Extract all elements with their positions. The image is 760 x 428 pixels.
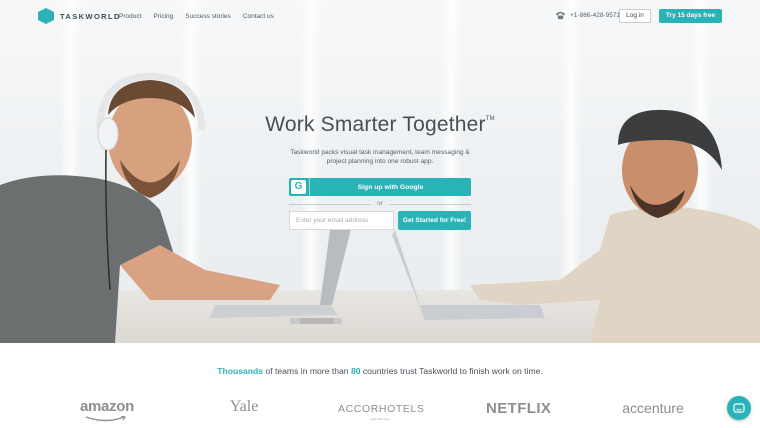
brand-logo[interactable]: TASKWORLD (38, 8, 121, 24)
accenture-logo: accenture (622, 400, 684, 416)
google-signup-button[interactable]: G Sign up with Google (289, 178, 471, 196)
hero-headline: Work Smarter TogetherTM (0, 113, 760, 137)
headline-text: Work Smarter Together (265, 113, 486, 136)
or-divider: or (289, 199, 471, 209)
right-laptop (392, 230, 545, 320)
nav-pricing[interactable]: Pricing (153, 13, 173, 20)
trust-middle: of teams in more than (263, 366, 351, 376)
divider-line-right (389, 204, 471, 205)
phone-on-desk (300, 318, 334, 324)
trust-highlight-count: 80 (350, 366, 361, 376)
hero-subhead: Taskworld packs visual task management, … (290, 149, 470, 165)
trust-suffix: countries trust Taskworld to finish work… (360, 366, 543, 376)
accorhotels-tagline: Feel Welcome (370, 417, 390, 421)
google-signup-label: Sign up with Google (357, 183, 424, 191)
trust-highlight-thousands: Thousands (217, 366, 264, 376)
trademark-mark: TM (485, 116, 495, 122)
trust-statement: Thousands of teams in more than 80 count… (0, 366, 760, 376)
email-input[interactable] (289, 211, 394, 230)
get-started-button[interactable]: Get Started for Free! (398, 211, 471, 230)
main-nav: Product Pricing Success stories Contact … (119, 13, 286, 20)
nav-success-stories[interactable]: Success stories (185, 13, 231, 20)
nav-contact-us[interactable]: Contact us (243, 13, 274, 20)
phone-contact[interactable]: +1-866-428-9571 (555, 11, 620, 20)
nav-product[interactable]: Product (119, 13, 141, 20)
customer-logos: amazon Yale ACCORHOTELS Feel Welcome NET… (0, 398, 760, 424)
amazon-smile-icon (85, 416, 126, 422)
taskworld-logo-icon (38, 8, 54, 24)
accorhotels-logo: ACCORHOTELS (338, 403, 425, 415)
hero-background (0, 0, 760, 343)
hero-photo-illustration (0, 72, 760, 343)
chat-icon (733, 402, 745, 413)
phone-icon (556, 11, 565, 20)
logo-wordmark: TASKWORLD (60, 11, 121, 21)
chat-widget-button[interactable] (727, 396, 751, 420)
login-button[interactable]: Log in (619, 9, 651, 23)
phone-number: +1-866-428-9571 (570, 12, 621, 19)
left-laptop (210, 225, 352, 324)
yale-logo: Yale (229, 398, 259, 415)
google-icon: G (291, 180, 306, 194)
amazon-logo: amazon (79, 398, 135, 415)
free-trial-button[interactable]: Try 15 days free (659, 9, 722, 23)
netflix-logo: NETFLIX (486, 400, 552, 417)
